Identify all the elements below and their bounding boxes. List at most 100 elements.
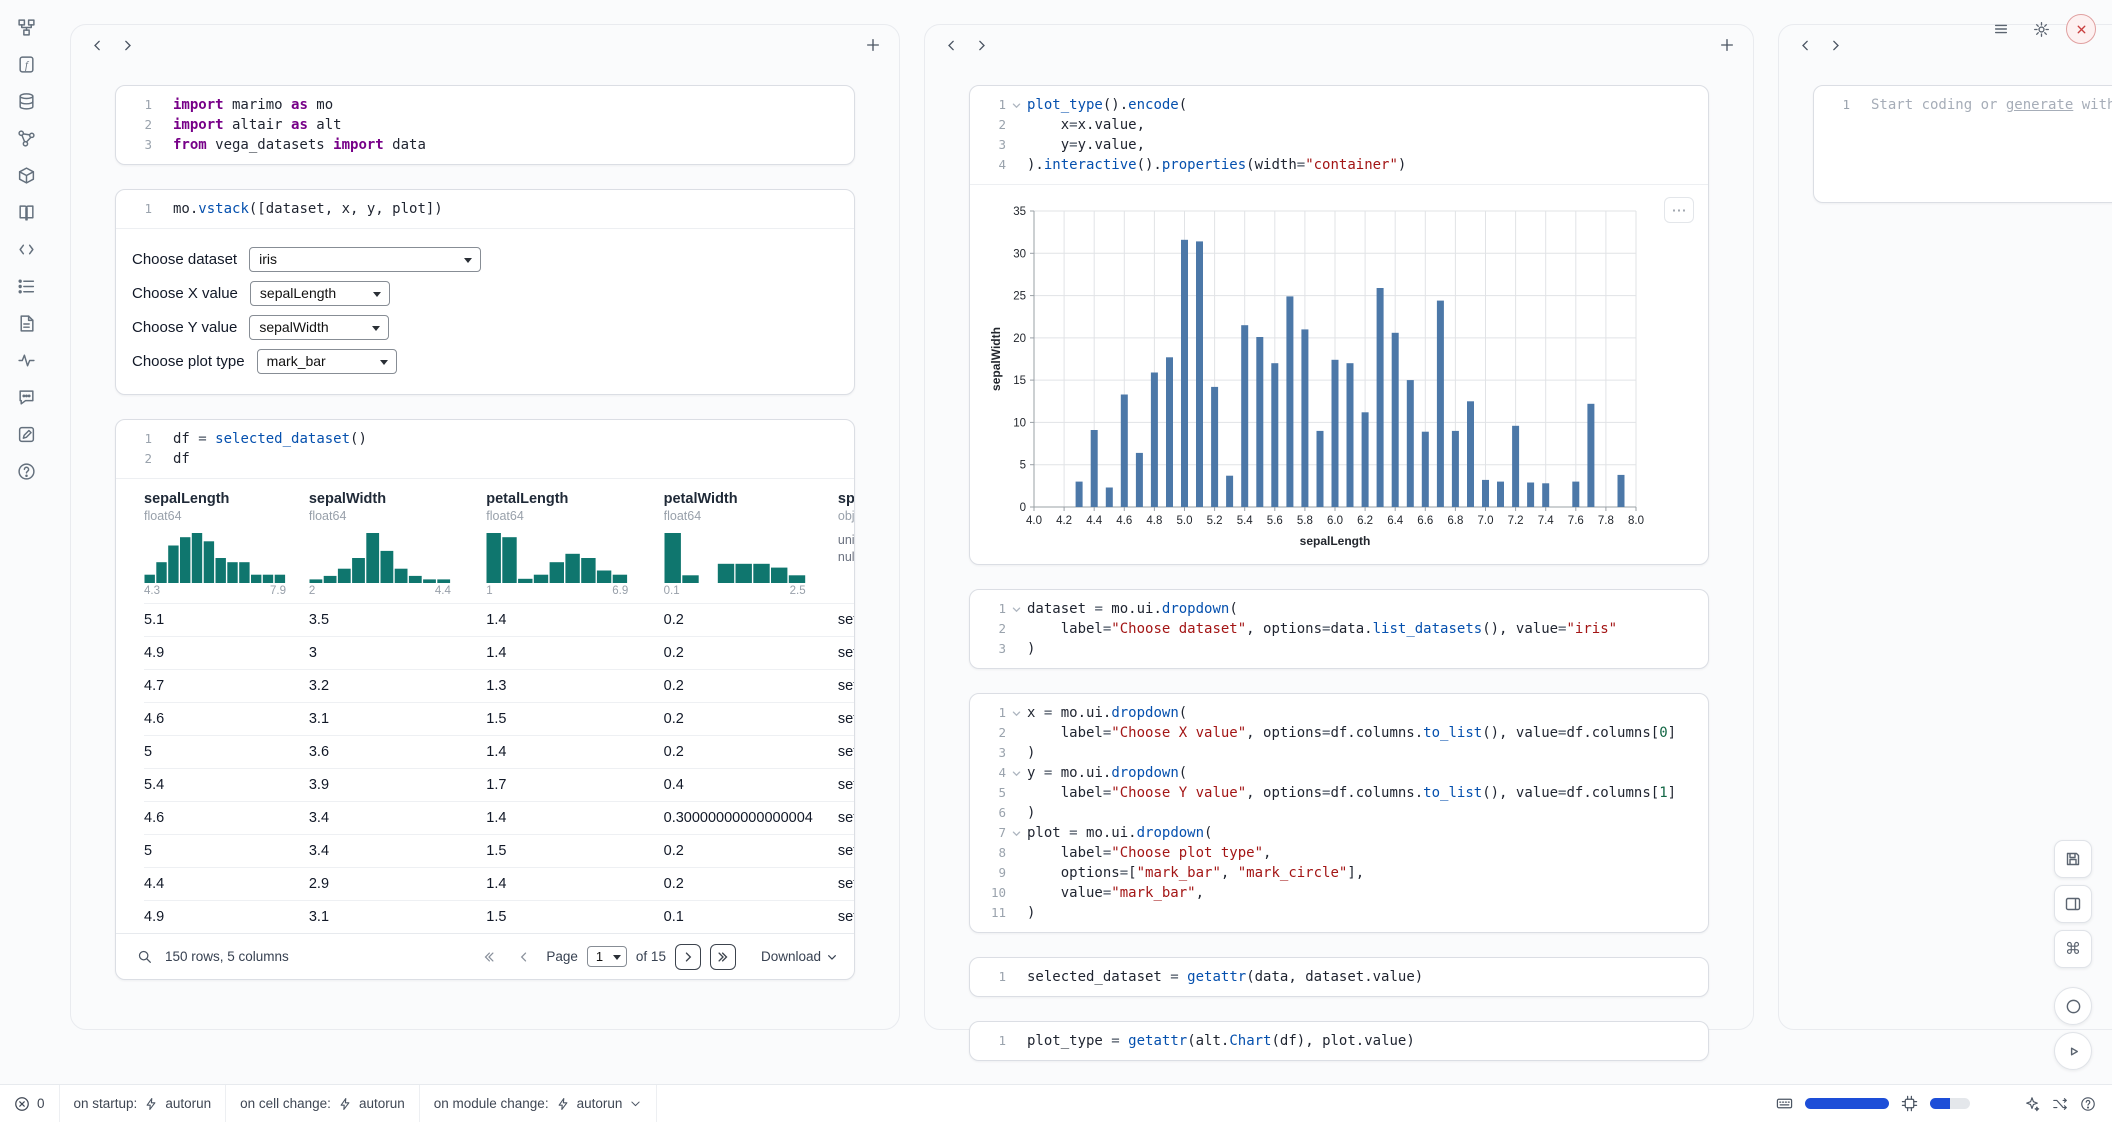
table-row[interactable]: 53.61.40.2setosa xyxy=(144,736,854,769)
plot-type-select[interactable]: mark_bar xyxy=(257,349,397,374)
autorun-config-chip[interactable]: on module change:autorun xyxy=(420,1085,658,1122)
table-row[interactable]: 4.73.21.30.2setosa xyxy=(144,670,854,703)
keyboard-shortcuts-button[interactable]: ⌘ xyxy=(2054,930,2092,968)
fold-toggle-icon[interactable] xyxy=(1006,763,1027,783)
documentation-icon[interactable] xyxy=(11,197,41,227)
snippets-icon[interactable] xyxy=(11,234,41,264)
next-page-button[interactable] xyxy=(675,944,701,970)
layout-toggle-button[interactable] xyxy=(2054,885,2092,923)
memory-icon[interactable] xyxy=(1901,1095,1918,1112)
fold-toggle-icon[interactable] xyxy=(1006,823,1027,843)
marimo-notebook-app: f 1import marimo as mo2import altair as … xyxy=(0,0,2112,1122)
y-value-select[interactable]: sepalWidth xyxy=(249,315,389,340)
fold-toggle-icon[interactable] xyxy=(1006,703,1027,723)
fold-toggle-icon[interactable] xyxy=(1006,599,1027,619)
run-all-button[interactable] xyxy=(2054,1032,2092,1070)
table-row[interactable]: 4.93.11.50.1setosa xyxy=(144,901,854,934)
cell-value: 3.2 xyxy=(309,670,486,703)
cell-value: 4.4 xyxy=(144,868,309,901)
code-editor[interactable]: 1df = selected_dataset()2df xyxy=(116,420,854,478)
help-icon[interactable] xyxy=(2080,1096,2096,1112)
move-column-right-button[interactable] xyxy=(113,31,141,59)
line-number: 11 xyxy=(970,903,1006,923)
vega-chart[interactable]: 4.04.24.44.64.85.05.25.45.65.86.06.26.46… xyxy=(988,199,1698,556)
cell-value: 4.7 xyxy=(144,670,309,703)
code-editor[interactable]: 1import marimo as mo2import altair as al… xyxy=(116,86,854,164)
table-row[interactable]: 53.41.50.2setosa xyxy=(144,835,854,868)
generate-with-ai-link[interactable]: generate xyxy=(2006,97,2073,113)
table-row[interactable]: 4.42.91.40.2setosa xyxy=(144,868,854,901)
table-row[interactable]: 5.43.91.70.4setosa xyxy=(144,769,854,802)
code-editor[interactable]: 1mo.vstack([dataset, x, y, plot]) xyxy=(116,190,854,228)
interrupt-button[interactable] xyxy=(2054,987,2092,1025)
move-column-right-button[interactable] xyxy=(967,31,995,59)
keyboard-icon[interactable] xyxy=(1776,1095,1793,1112)
add-cell-button[interactable] xyxy=(1713,31,1741,59)
cpu-meter[interactable] xyxy=(1805,1098,1889,1109)
page-select[interactable]: 1 xyxy=(587,946,627,967)
table-row[interactable]: 5.13.51.40.2setosa xyxy=(144,604,854,637)
prev-page-button[interactable] xyxy=(511,944,537,970)
column-header[interactable]: sepalWidth xyxy=(309,491,472,507)
line-number: 1 xyxy=(116,95,152,115)
memory-meter[interactable] xyxy=(1930,1098,1970,1109)
move-column-right-button[interactable] xyxy=(1821,31,1849,59)
table-search-button[interactable] xyxy=(132,945,156,969)
column-header[interactable]: sepalLength xyxy=(144,491,295,507)
svg-text:sepalLength: sepalLength xyxy=(1300,534,1371,548)
ai-sparkle-icon[interactable] xyxy=(2024,1096,2040,1112)
line-number: 2 xyxy=(116,115,152,135)
code-line: 2import altair as alt xyxy=(116,115,854,135)
table-row[interactable]: 4.931.40.2setosa xyxy=(144,637,854,670)
fold-toggle-icon[interactable] xyxy=(1006,95,1027,115)
chat-icon[interactable] xyxy=(11,382,41,412)
autorun-config-chip[interactable]: on startup:autorun xyxy=(60,1085,227,1122)
code-line: 1mo.vstack([dataset, x, y, plot]) xyxy=(116,199,854,219)
code-editor[interactable]: 1plot_type = getattr(alt.Chart(df), plot… xyxy=(970,1022,1708,1060)
cell-value: 0.1 xyxy=(664,901,838,934)
errors-indicator[interactable]: 0 xyxy=(0,1085,60,1122)
status-bar-right xyxy=(1776,1095,2112,1112)
column-header[interactable]: petalWidth xyxy=(664,491,824,507)
code-editor[interactable]: 1plot_type().encode(2 x=x.value,3 y=y.va… xyxy=(970,86,1708,184)
shutdown-button[interactable] xyxy=(2066,14,2096,44)
move-column-left-button[interactable] xyxy=(83,31,111,59)
scratchpad-icon[interactable] xyxy=(11,419,41,449)
save-icon xyxy=(2064,850,2082,868)
code-editor[interactable]: 1 Start coding or generate with AI xyxy=(1814,86,2112,124)
cell-dataset-dropdown: 1dataset = mo.ui.dropdown(2 label="Choos… xyxy=(969,589,1709,669)
save-button[interactable] xyxy=(2054,840,2092,878)
file-code-icon[interactable]: f xyxy=(11,49,41,79)
autorun-config-chip[interactable]: on cell change:autorun xyxy=(226,1085,420,1122)
dependencies-icon[interactable] xyxy=(11,123,41,153)
x-value-select[interactable]: sepalLength xyxy=(250,281,390,306)
code-editor[interactable]: 1dataset = mo.ui.dropdown(2 label="Choos… xyxy=(970,590,1708,668)
add-cell-button[interactable] xyxy=(859,31,887,59)
outline-icon[interactable] xyxy=(11,271,41,301)
network-icon[interactable] xyxy=(2052,1096,2068,1112)
move-column-left-button[interactable] xyxy=(1791,31,1819,59)
file-explorer-icon[interactable] xyxy=(11,12,41,42)
help-icon[interactable] xyxy=(11,456,41,486)
packages-icon[interactable] xyxy=(11,160,41,190)
table-row[interactable]: 4.63.11.50.2setosa xyxy=(144,703,854,736)
circle-icon xyxy=(2065,998,2082,1015)
menu-button[interactable] xyxy=(1986,14,2016,44)
column-header[interactable]: petalLength xyxy=(486,491,649,507)
download-button[interactable]: Download xyxy=(761,949,838,964)
chart-actions-menu-button[interactable]: ⋯ xyxy=(1664,197,1694,223)
last-page-button[interactable] xyxy=(710,944,736,970)
cell-placeholder[interactable]: Start coding or generate with AI xyxy=(1871,95,2112,115)
move-column-left-button[interactable] xyxy=(937,31,965,59)
table-row[interactable]: 4.63.41.40.30000000000000004setosa xyxy=(144,802,854,835)
datasets-icon[interactable] xyxy=(11,86,41,116)
logs-icon[interactable] xyxy=(11,308,41,338)
tracing-icon[interactable] xyxy=(11,345,41,375)
code-editor[interactable]: 1selected_dataset = getattr(data, datase… xyxy=(970,958,1708,996)
svg-text:0: 0 xyxy=(1020,502,1026,514)
dataset-select[interactable]: iris xyxy=(249,247,481,272)
column-header[interactable]: species xyxy=(838,491,854,507)
settings-button[interactable] xyxy=(2026,14,2056,44)
first-page-button[interactable] xyxy=(476,944,502,970)
code-editor[interactable]: 1x = mo.ui.dropdown(2 label="Choose X va… xyxy=(970,694,1708,932)
